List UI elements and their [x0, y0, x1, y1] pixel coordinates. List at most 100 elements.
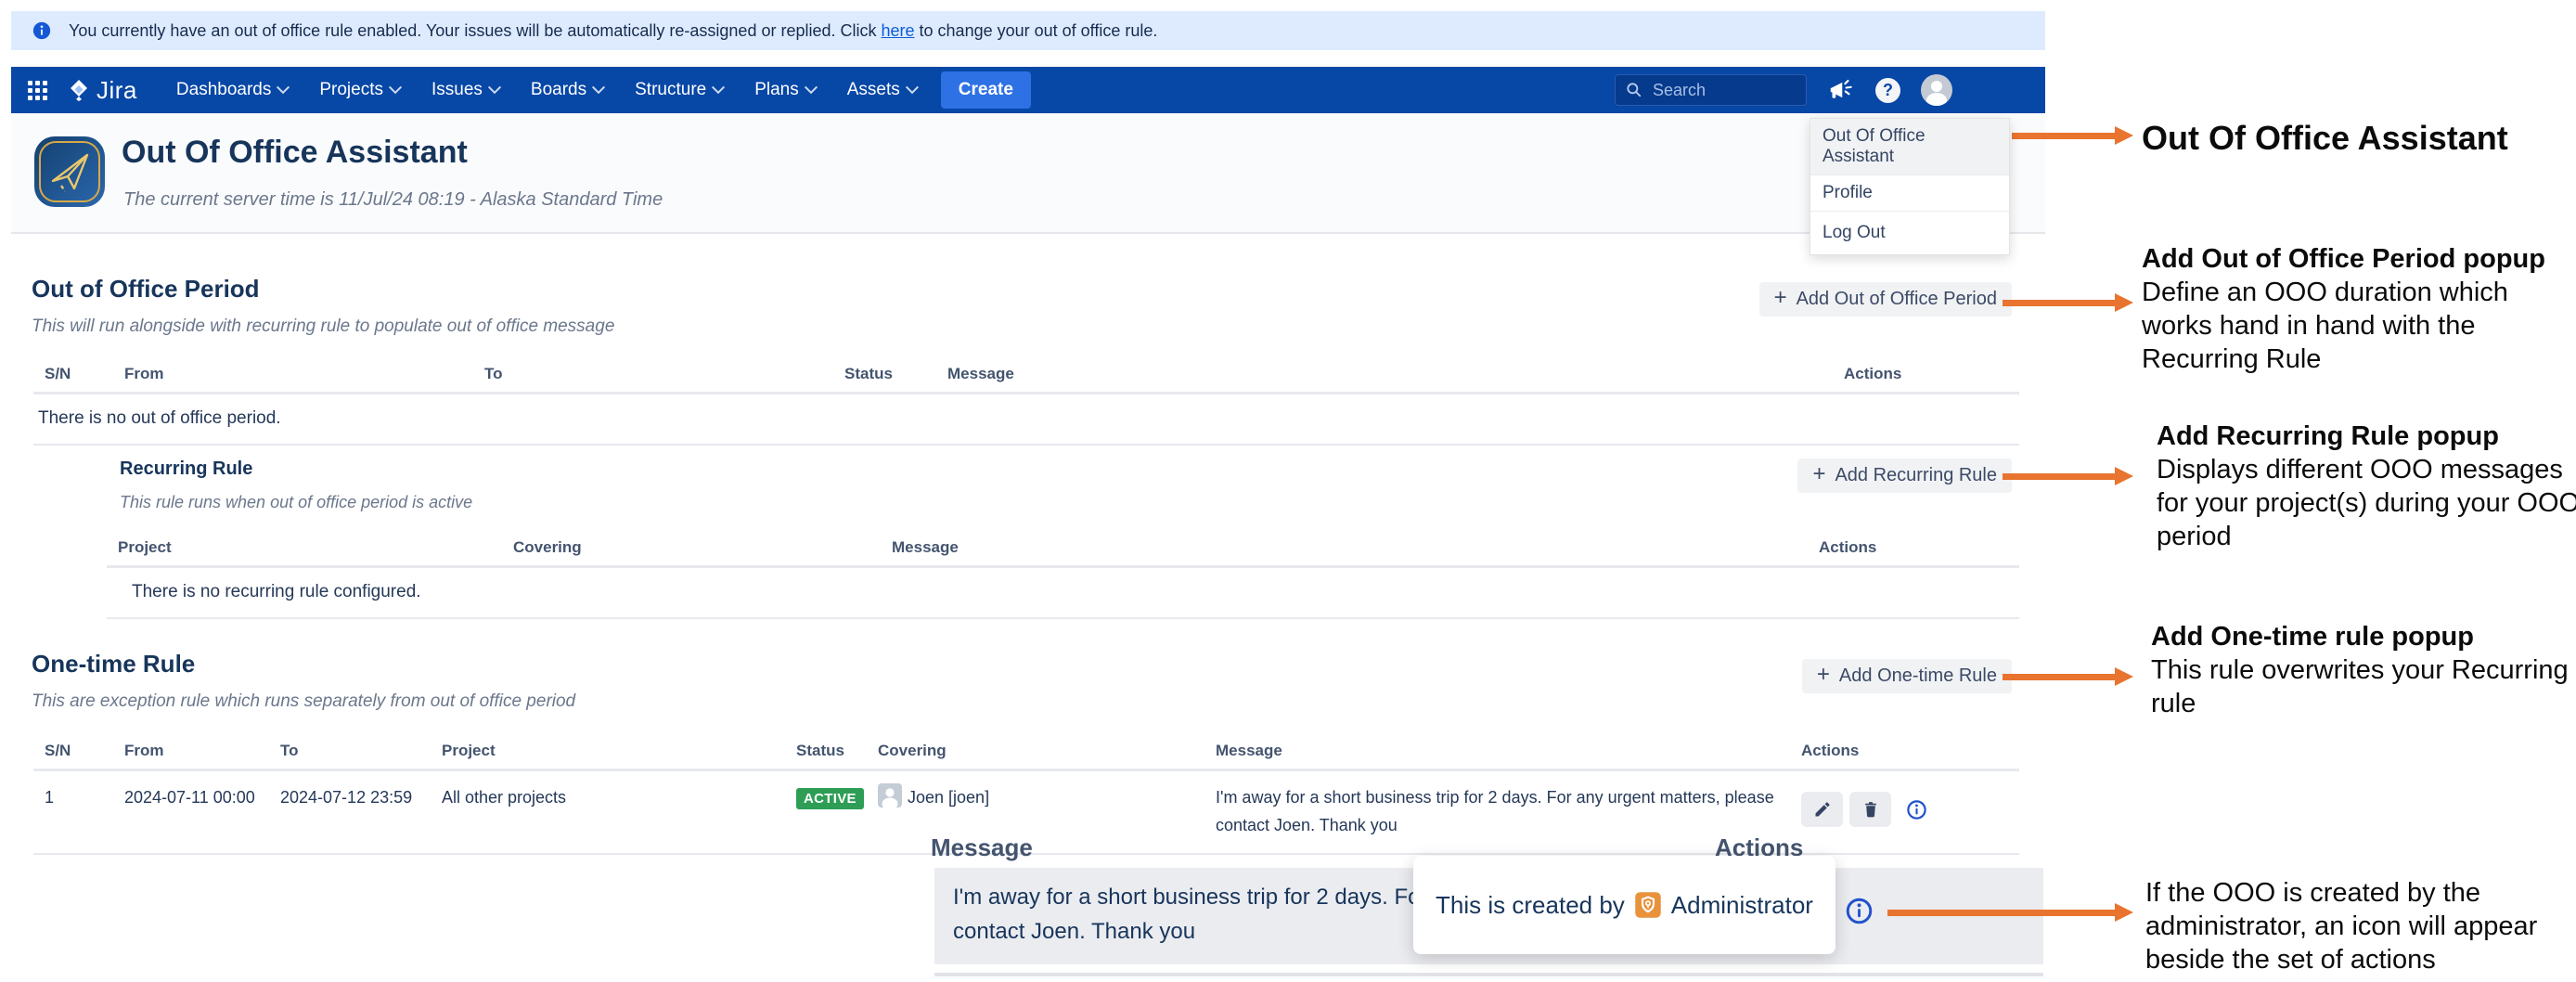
col-header-project: Project	[431, 742, 785, 760]
tooltip-text: This is created by	[1436, 891, 1625, 920]
admin-created-info-icon[interactable]	[1906, 799, 1927, 820]
trash-icon	[1861, 800, 1880, 819]
annotation-body: Define an OOO duration which works hand …	[2142, 276, 2570, 376]
menu-item-profile[interactable]: Profile	[1810, 174, 2009, 211]
nav-item-structure[interactable]: Structure	[635, 80, 723, 100]
nav-item-assets[interactable]: Assets	[847, 80, 917, 100]
menu-item-log-out[interactable]: Log Out	[1810, 211, 2009, 254]
col-header-status: Status	[833, 365, 936, 383]
col-header-sn: S/N	[33, 365, 113, 383]
delete-button[interactable]	[1849, 792, 1891, 827]
annotation-title: Add Recurring Rule popup	[2157, 420, 2576, 453]
nav-menu: Dashboards Projects Issues Boards Struct…	[176, 80, 917, 100]
row-message: I'm away for a short business trip for 2…	[1204, 771, 1790, 853]
search-input[interactable]	[1651, 80, 1775, 101]
row-to: 2024-07-12 23:59	[269, 771, 431, 853]
annotation-add-ooo-period: Add Out of Office Period popup Define an…	[2142, 242, 2570, 376]
announcement-icon[interactable]	[1827, 76, 1855, 104]
col-header-status: Status	[785, 742, 867, 760]
info-icon	[32, 20, 52, 41]
create-button[interactable]: Create	[941, 71, 1031, 109]
row-actions	[1790, 771, 2019, 853]
add-recurring-rule-label: Add Recurring Rule	[1835, 465, 1997, 486]
row-project: All other projects	[431, 771, 785, 853]
chevron-down-icon	[906, 81, 919, 94]
search-icon	[1625, 81, 1643, 99]
help-icon[interactable]: ?	[1875, 78, 1900, 103]
search-box	[1615, 74, 1807, 106]
user-avatar[interactable]	[1921, 74, 1952, 106]
menu-item-out-of-office-assistant[interactable]: Out Of Office Assistant	[1810, 119, 2009, 174]
admin-badge-icon	[1634, 891, 1662, 919]
covering-avatar	[878, 783, 902, 808]
chevron-down-icon	[805, 81, 818, 94]
edit-button[interactable]	[1801, 792, 1843, 827]
col-header-to: To	[473, 365, 833, 383]
row-covering: Joen [joen]	[867, 771, 1204, 853]
nav-right: ?	[1615, 74, 1952, 106]
status-badge: ACTIVE	[796, 788, 864, 809]
page-title: Out Of Office Assistant	[122, 135, 468, 171]
add-ooo-period-button[interactable]: Add Out of Office Period	[1759, 282, 2012, 317]
table-divider	[107, 617, 2019, 619]
annotation-title: Add Out of Office Period popup	[2142, 242, 2570, 276]
arrow-to-add-recurring-rule-annotation	[2003, 473, 2116, 480]
chevron-down-icon	[488, 81, 501, 94]
col-header-sn: S/N	[33, 742, 113, 760]
ooo-period-description: This will run alongside with recurring r…	[32, 317, 2045, 337]
magnified-info-icon[interactable]	[1845, 897, 1874, 930]
col-header-project: Project	[107, 538, 502, 557]
col-header-covering: Covering	[502, 538, 881, 557]
chevron-down-icon	[389, 81, 402, 94]
add-recurring-rule-button[interactable]: Add Recurring Rule	[1797, 459, 2012, 493]
col-header-from: From	[113, 365, 473, 383]
magnified-bottom-rule	[934, 973, 2043, 976]
banner-text-after: to change your out of office rule.	[915, 21, 1158, 40]
page-header: Out Of Office Assistant The current serv…	[11, 113, 2045, 234]
nav-item-issues[interactable]: Issues	[431, 80, 499, 100]
plus-icon	[1774, 289, 1787, 310]
row-status: ACTIVE	[785, 771, 867, 853]
nav-item-label: Projects	[319, 80, 383, 100]
section-one-time-rule: One-time Rule This are exception rule wh…	[11, 650, 2045, 855]
nav-item-dashboards[interactable]: Dashboards	[176, 80, 288, 100]
annotation-add-recurring-rule: Add Recurring Rule popup Displays differ…	[2157, 420, 2576, 553]
col-header-actions: Actions	[1808, 538, 2019, 557]
col-header-actions: Actions	[1833, 365, 2019, 383]
arrow-to-ooo-assistant-annotation	[2012, 133, 2116, 139]
nav-item-projects[interactable]: Projects	[319, 80, 400, 100]
recurring-rule-description: This rule runs when out of office period…	[120, 493, 2019, 512]
nav-item-boards[interactable]: Boards	[531, 80, 603, 100]
pencil-icon	[1813, 800, 1832, 819]
add-one-time-rule-button[interactable]: Add One-time Rule	[1802, 659, 2012, 693]
jira-mark-icon	[68, 78, 90, 102]
section-recurring-rule: Recurring Rule This rule runs when out o…	[107, 459, 2019, 619]
one-time-rule-description: This are exception rule which runs separ…	[32, 691, 2045, 712]
banner-here-link[interactable]: here	[882, 21, 915, 40]
ooo-info-banner: You currently have an out of office rule…	[11, 11, 2045, 50]
col-header-message: Message	[936, 365, 1833, 383]
chevron-down-icon	[592, 81, 605, 94]
user-dropdown-menu: Out Of Office Assistant Profile Log Out	[1810, 118, 2010, 255]
ooo-period-table: S/N From To Status Message Actions There…	[33, 365, 2019, 446]
magnified-message-header: Message	[931, 833, 1033, 862]
tooltip-user: Administrator	[1671, 891, 1813, 920]
nav-item-label: Plans	[754, 80, 799, 100]
arrow-to-add-one-time-rule-annotation	[2003, 674, 2116, 680]
recurring-rule-table: Project Covering Message Actions There i…	[107, 538, 2019, 619]
arrow-to-add-ooo-period-annotation	[2003, 300, 2116, 306]
annotation-admin-icon: If the OOO is created by the administrat…	[2145, 876, 2574, 976]
col-header-message: Message	[881, 538, 1808, 557]
nav-item-label: Dashboards	[176, 80, 271, 100]
nav-item-plans[interactable]: Plans	[754, 80, 816, 100]
banner-text-before: You currently have an out of office rule…	[69, 21, 882, 40]
app-switcher-icon[interactable]	[28, 81, 47, 100]
chevron-down-icon	[712, 81, 725, 94]
add-ooo-period-label: Add Out of Office Period	[1797, 289, 1997, 310]
arrow-to-admin-icon-annotation	[1887, 910, 2116, 916]
recurring-rule-empty-text: There is no recurring rule configured.	[107, 568, 2019, 617]
jira-logo[interactable]: Jira	[68, 76, 137, 105]
annotation-body: Displays different OOO messages for your…	[2157, 453, 2576, 553]
nav-item-label: Structure	[635, 80, 706, 100]
col-header-covering: Covering	[867, 742, 1204, 760]
